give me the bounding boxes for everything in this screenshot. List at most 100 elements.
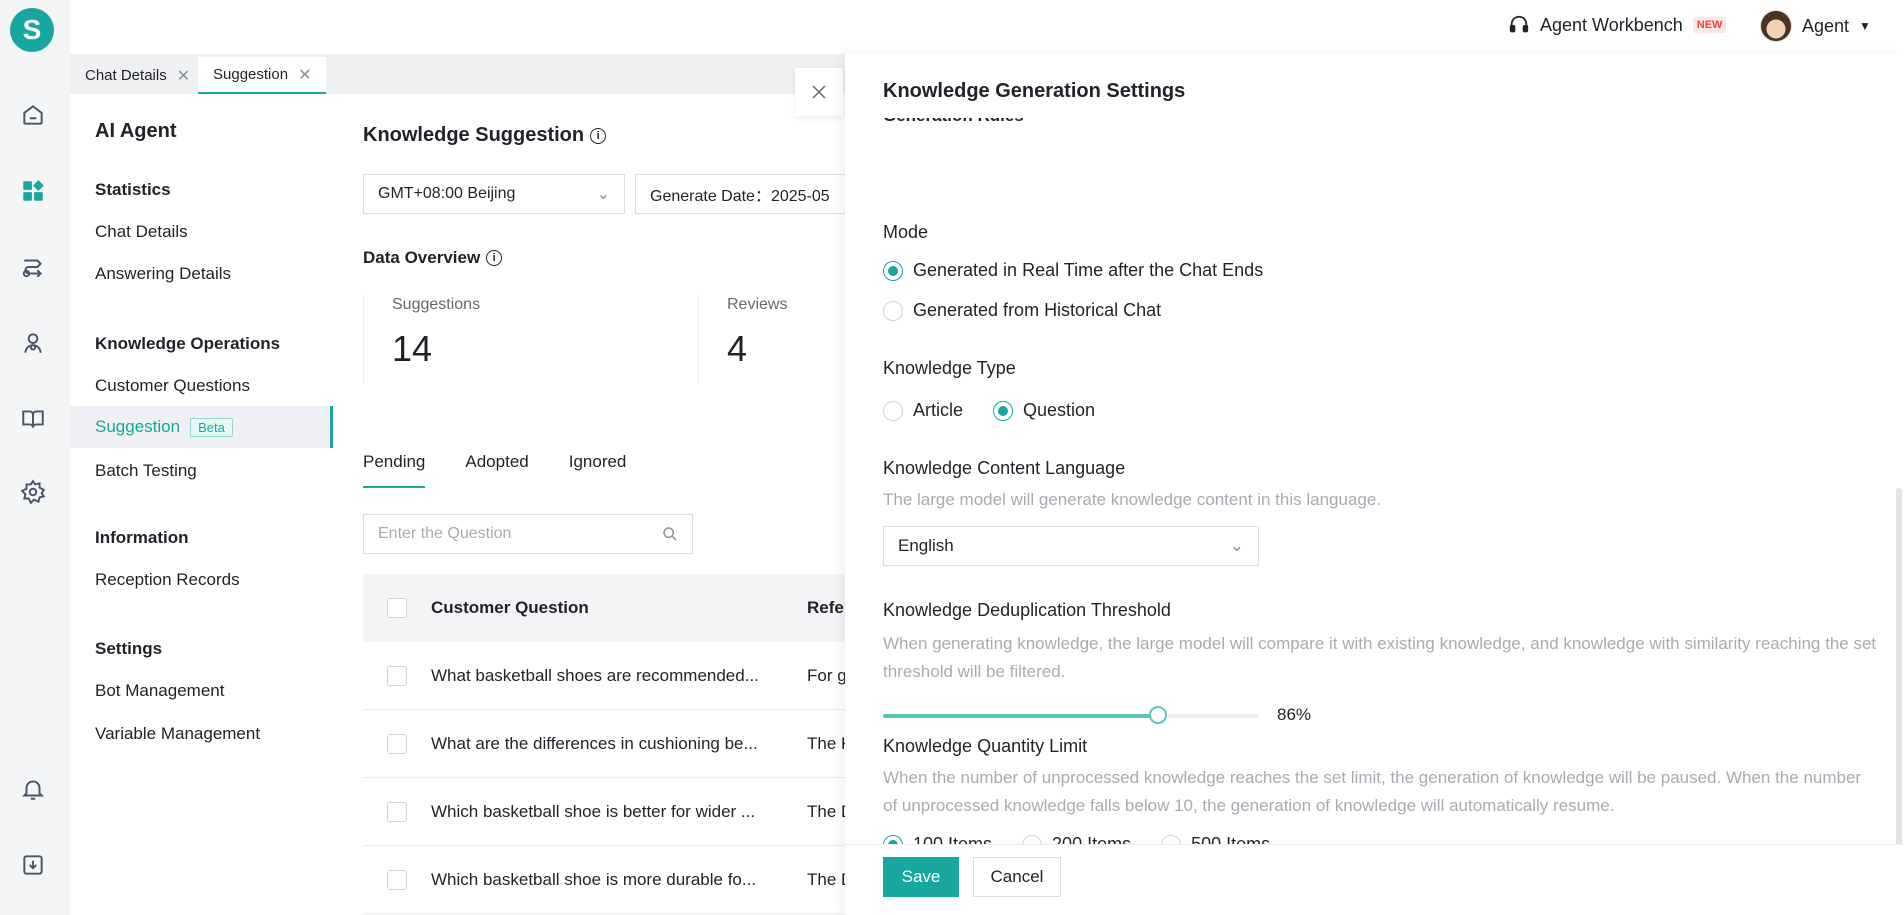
table-row[interactable]: What basketball shoes are recommended...…: [363, 642, 845, 710]
overview-title-text: Data Overview: [363, 248, 481, 267]
radio-button[interactable]: [883, 300, 903, 321]
info-icon[interactable]: i: [486, 250, 503, 266]
bell-icon[interactable]: [18, 774, 48, 804]
mode-option-realtime[interactable]: Generated in Real Time after the Chat En…: [883, 260, 1263, 281]
radio-label: Generated in Real Time after the Chat En…: [913, 260, 1264, 280]
row-question: Which basketball shoe is more durable fo…: [431, 869, 757, 889]
stat-value: 4: [727, 328, 748, 369]
left-nav: AI Agent Statistics Chat Details Answeri…: [70, 94, 333, 915]
cancel-button[interactable]: Cancel: [973, 857, 1061, 897]
row-question: What are the differences in cushioning b…: [431, 733, 758, 753]
nav-item-bot-management[interactable]: Bot Management: [95, 681, 224, 701]
nav-item-chat-details[interactable]: Chat Details: [95, 222, 188, 242]
section-heading-generation-rules: Generation Rules: [883, 118, 1024, 126]
nav-item-customer-questions[interactable]: Customer Questions: [95, 376, 250, 396]
row-checkbox[interactable]: [387, 869, 407, 890]
agent-workbench-link[interactable]: Agent Workbench NEW: [1508, 14, 1727, 36]
slider-fill: [883, 714, 1158, 718]
table-header: Customer Question Refer: [363, 574, 845, 642]
page-title-text: Knowledge Suggestion: [363, 124, 585, 146]
home-icon[interactable]: [18, 100, 48, 130]
row-reference: For g: [807, 665, 845, 685]
drawer-close-button[interactable]: [795, 68, 843, 116]
knowledge-settings-drawer: Knowledge Generation Settings Generation…: [845, 54, 1904, 915]
settings-gear-icon[interactable]: [18, 477, 48, 507]
table-row[interactable]: What are the differences in cushioning b…: [363, 710, 845, 778]
knowledge-type-label: Knowledge Type: [883, 358, 1016, 378]
radio-button[interactable]: [883, 400, 903, 421]
drawer-body: Generation Rules Mode Generated in Real …: [845, 118, 1904, 898]
radio-label: Question: [1023, 400, 1096, 420]
agent-icon[interactable]: [18, 328, 48, 358]
dedup-threshold-value: 86%: [1277, 705, 1312, 724]
close-icon[interactable]: ✕: [177, 66, 190, 86]
knowledge-type-options: Article Question: [883, 400, 1095, 421]
app-logo: S: [10, 8, 54, 52]
icon-rail: S: [0, 0, 70, 915]
table-row[interactable]: Which basketball shoe is better for wide…: [363, 778, 845, 846]
tab-ignored[interactable]: Ignored: [569, 452, 627, 488]
knowledge-type-article[interactable]: Article: [883, 400, 963, 421]
quantity-limit-label: Knowledge Quantity Limit: [883, 736, 1088, 756]
routing-icon[interactable]: [18, 252, 48, 282]
chevron-down-icon: ⌄: [1229, 536, 1244, 555]
slider-handle[interactable]: [1149, 706, 1167, 724]
tab-adopted[interactable]: Adopted: [465, 452, 528, 488]
save-button[interactable]: Save: [883, 857, 959, 897]
page-title: Knowledge Suggestion i: [363, 124, 607, 147]
row-checkbox[interactable]: [387, 665, 407, 686]
dedup-threshold-slider[interactable]: [883, 706, 1259, 724]
mode-option-historical[interactable]: Generated from Historical Chat: [883, 300, 1161, 321]
new-badge: NEW: [1692, 17, 1727, 33]
close-icon[interactable]: ✕: [298, 65, 311, 85]
stat-value: 14: [392, 328, 433, 369]
dedup-threshold-hint: When generating knowledge, the large mod…: [883, 634, 1877, 681]
select-all-checkbox[interactable]: [387, 598, 407, 618]
content-language-hint: The large model will generate knowledge …: [883, 490, 1382, 509]
user-label: Agent: [1802, 15, 1850, 36]
stat-reviews: Reviews 4: [698, 294, 845, 384]
tab-chat-details[interactable]: Chat Details ✕: [70, 57, 205, 94]
chevron-down-icon: ⌄: [596, 186, 610, 203]
info-icon[interactable]: i: [590, 127, 607, 144]
radio-button[interactable]: [993, 400, 1014, 421]
drawer-scrollbar[interactable]: [1896, 488, 1902, 896]
row-reference: The K: [807, 733, 845, 753]
mode-label: Mode: [883, 222, 929, 242]
nav-item-suggestion[interactable]: Suggestion Beta: [95, 417, 233, 437]
book-icon[interactable]: [18, 404, 48, 434]
content-language-label: Knowledge Content Language: [883, 458, 1126, 478]
nav-item-reception-records[interactable]: Reception Records: [95, 570, 240, 590]
stat-label: Suggestions: [392, 296, 481, 313]
nav-section-statistics: Statistics: [95, 180, 171, 199]
dedup-threshold-label: Knowledge Deduplication Threshold: [883, 600, 1171, 620]
row-checkbox[interactable]: [387, 733, 407, 754]
quantity-limit-hint: When the number of unprocessed knowledge…: [883, 768, 1862, 815]
status-tabs: Pending Adopted Ignored: [363, 452, 626, 488]
search-icon[interactable]: [662, 526, 678, 542]
timezone-value: GMT+08:00 Beijing: [378, 185, 516, 202]
nav-item-batch-testing[interactable]: Batch Testing: [95, 461, 197, 481]
generate-date-picker[interactable]: Generate Date：2025-05: [635, 174, 845, 214]
nav-item-variable-management[interactable]: Variable Management: [95, 724, 260, 744]
row-reference: The D: [807, 869, 845, 889]
beta-badge: Beta: [190, 417, 233, 437]
download-icon[interactable]: [18, 850, 48, 880]
radio-button[interactable]: [883, 260, 903, 281]
radio-label: Article: [913, 400, 964, 420]
nav-item-answering-details[interactable]: Answering Details: [95, 264, 231, 284]
row-checkbox[interactable]: [387, 801, 407, 822]
dashboard-icon[interactable]: [18, 176, 48, 206]
row-question: Which basketball shoe is better for wide…: [431, 801, 756, 821]
drawer-title: Knowledge Generation Settings: [883, 80, 1186, 102]
tab-pending[interactable]: Pending: [363, 452, 426, 488]
table-row[interactable]: Which basketball shoe is more durable fo…: [363, 846, 845, 914]
knowledge-type-question[interactable]: Question: [993, 400, 1095, 421]
user-menu[interactable]: Agent ▼: [1760, 10, 1871, 42]
caret-down-icon: ▼: [1859, 19, 1871, 33]
search-input[interactable]: [378, 525, 638, 543]
content-language-select[interactable]: English ⌄: [883, 526, 1259, 566]
tab-suggestion[interactable]: Suggestion ✕: [198, 57, 327, 94]
timezone-select[interactable]: GMT+08:00 Beijing ⌄: [363, 174, 625, 214]
radio-label: Generated from Historical Chat: [913, 300, 1162, 320]
